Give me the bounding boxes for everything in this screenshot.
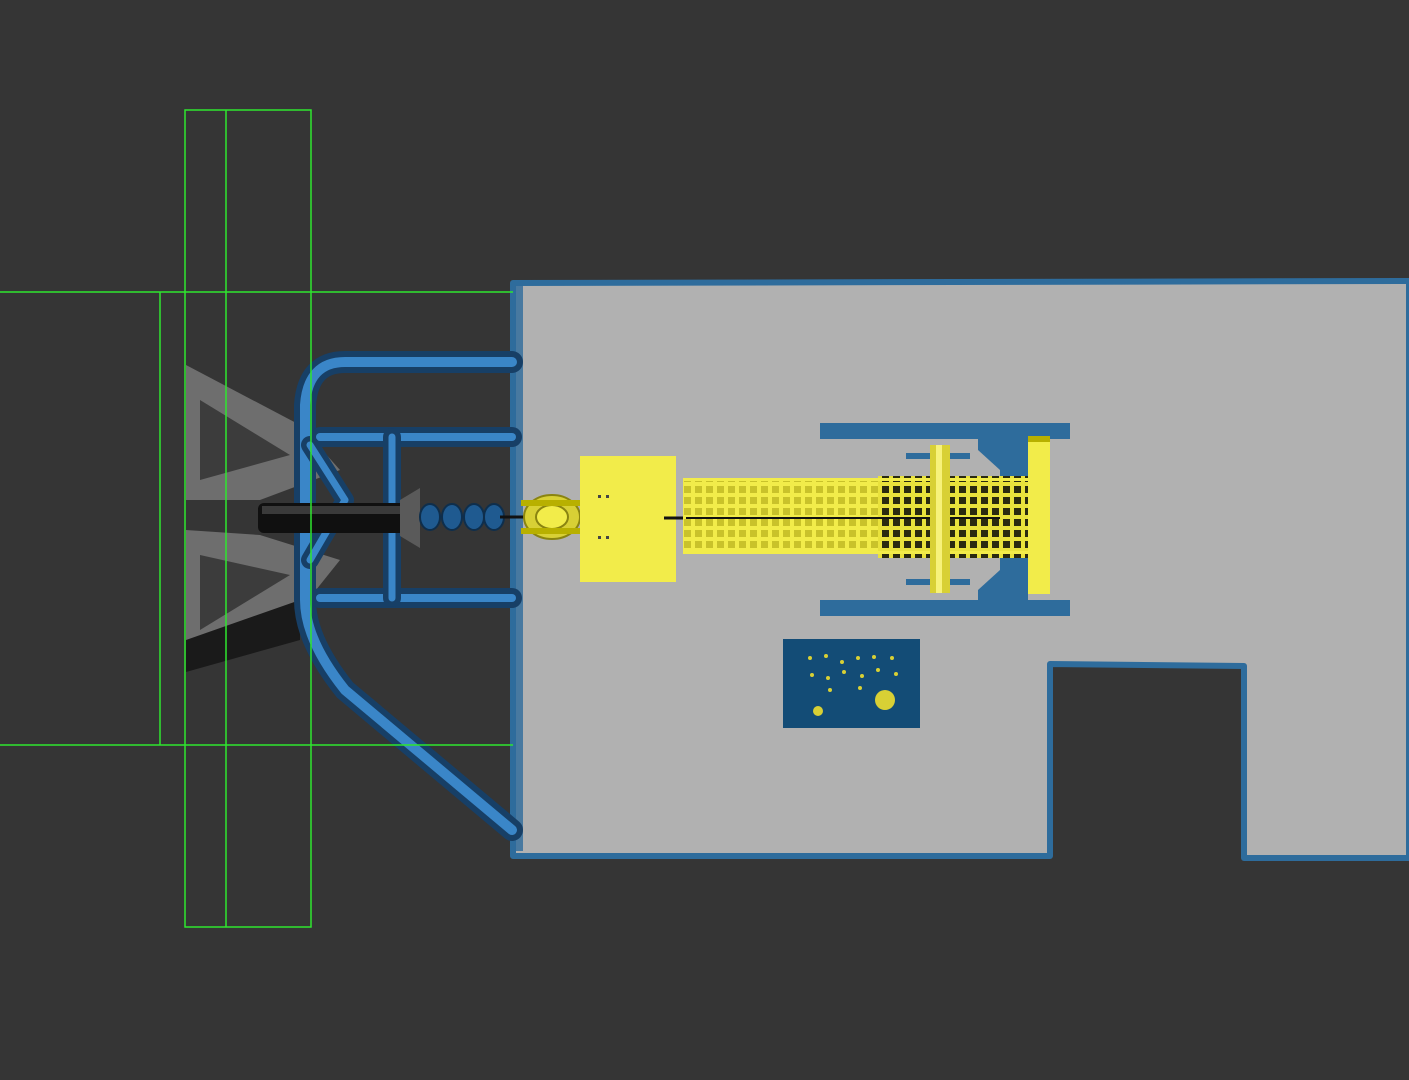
coupling-links — [419, 503, 505, 531]
scene-canvas[interactable] — [0, 0, 1409, 1080]
mesh-conveyor[interactable] — [683, 476, 1028, 558]
3d-viewport[interactable] — [0, 0, 1409, 1080]
pipe-frame[interactable] — [294, 351, 523, 841]
gripper-tool[interactable] — [521, 494, 583, 540]
tool-block[interactable] — [580, 456, 686, 582]
control-panel[interactable] — [783, 639, 920, 728]
